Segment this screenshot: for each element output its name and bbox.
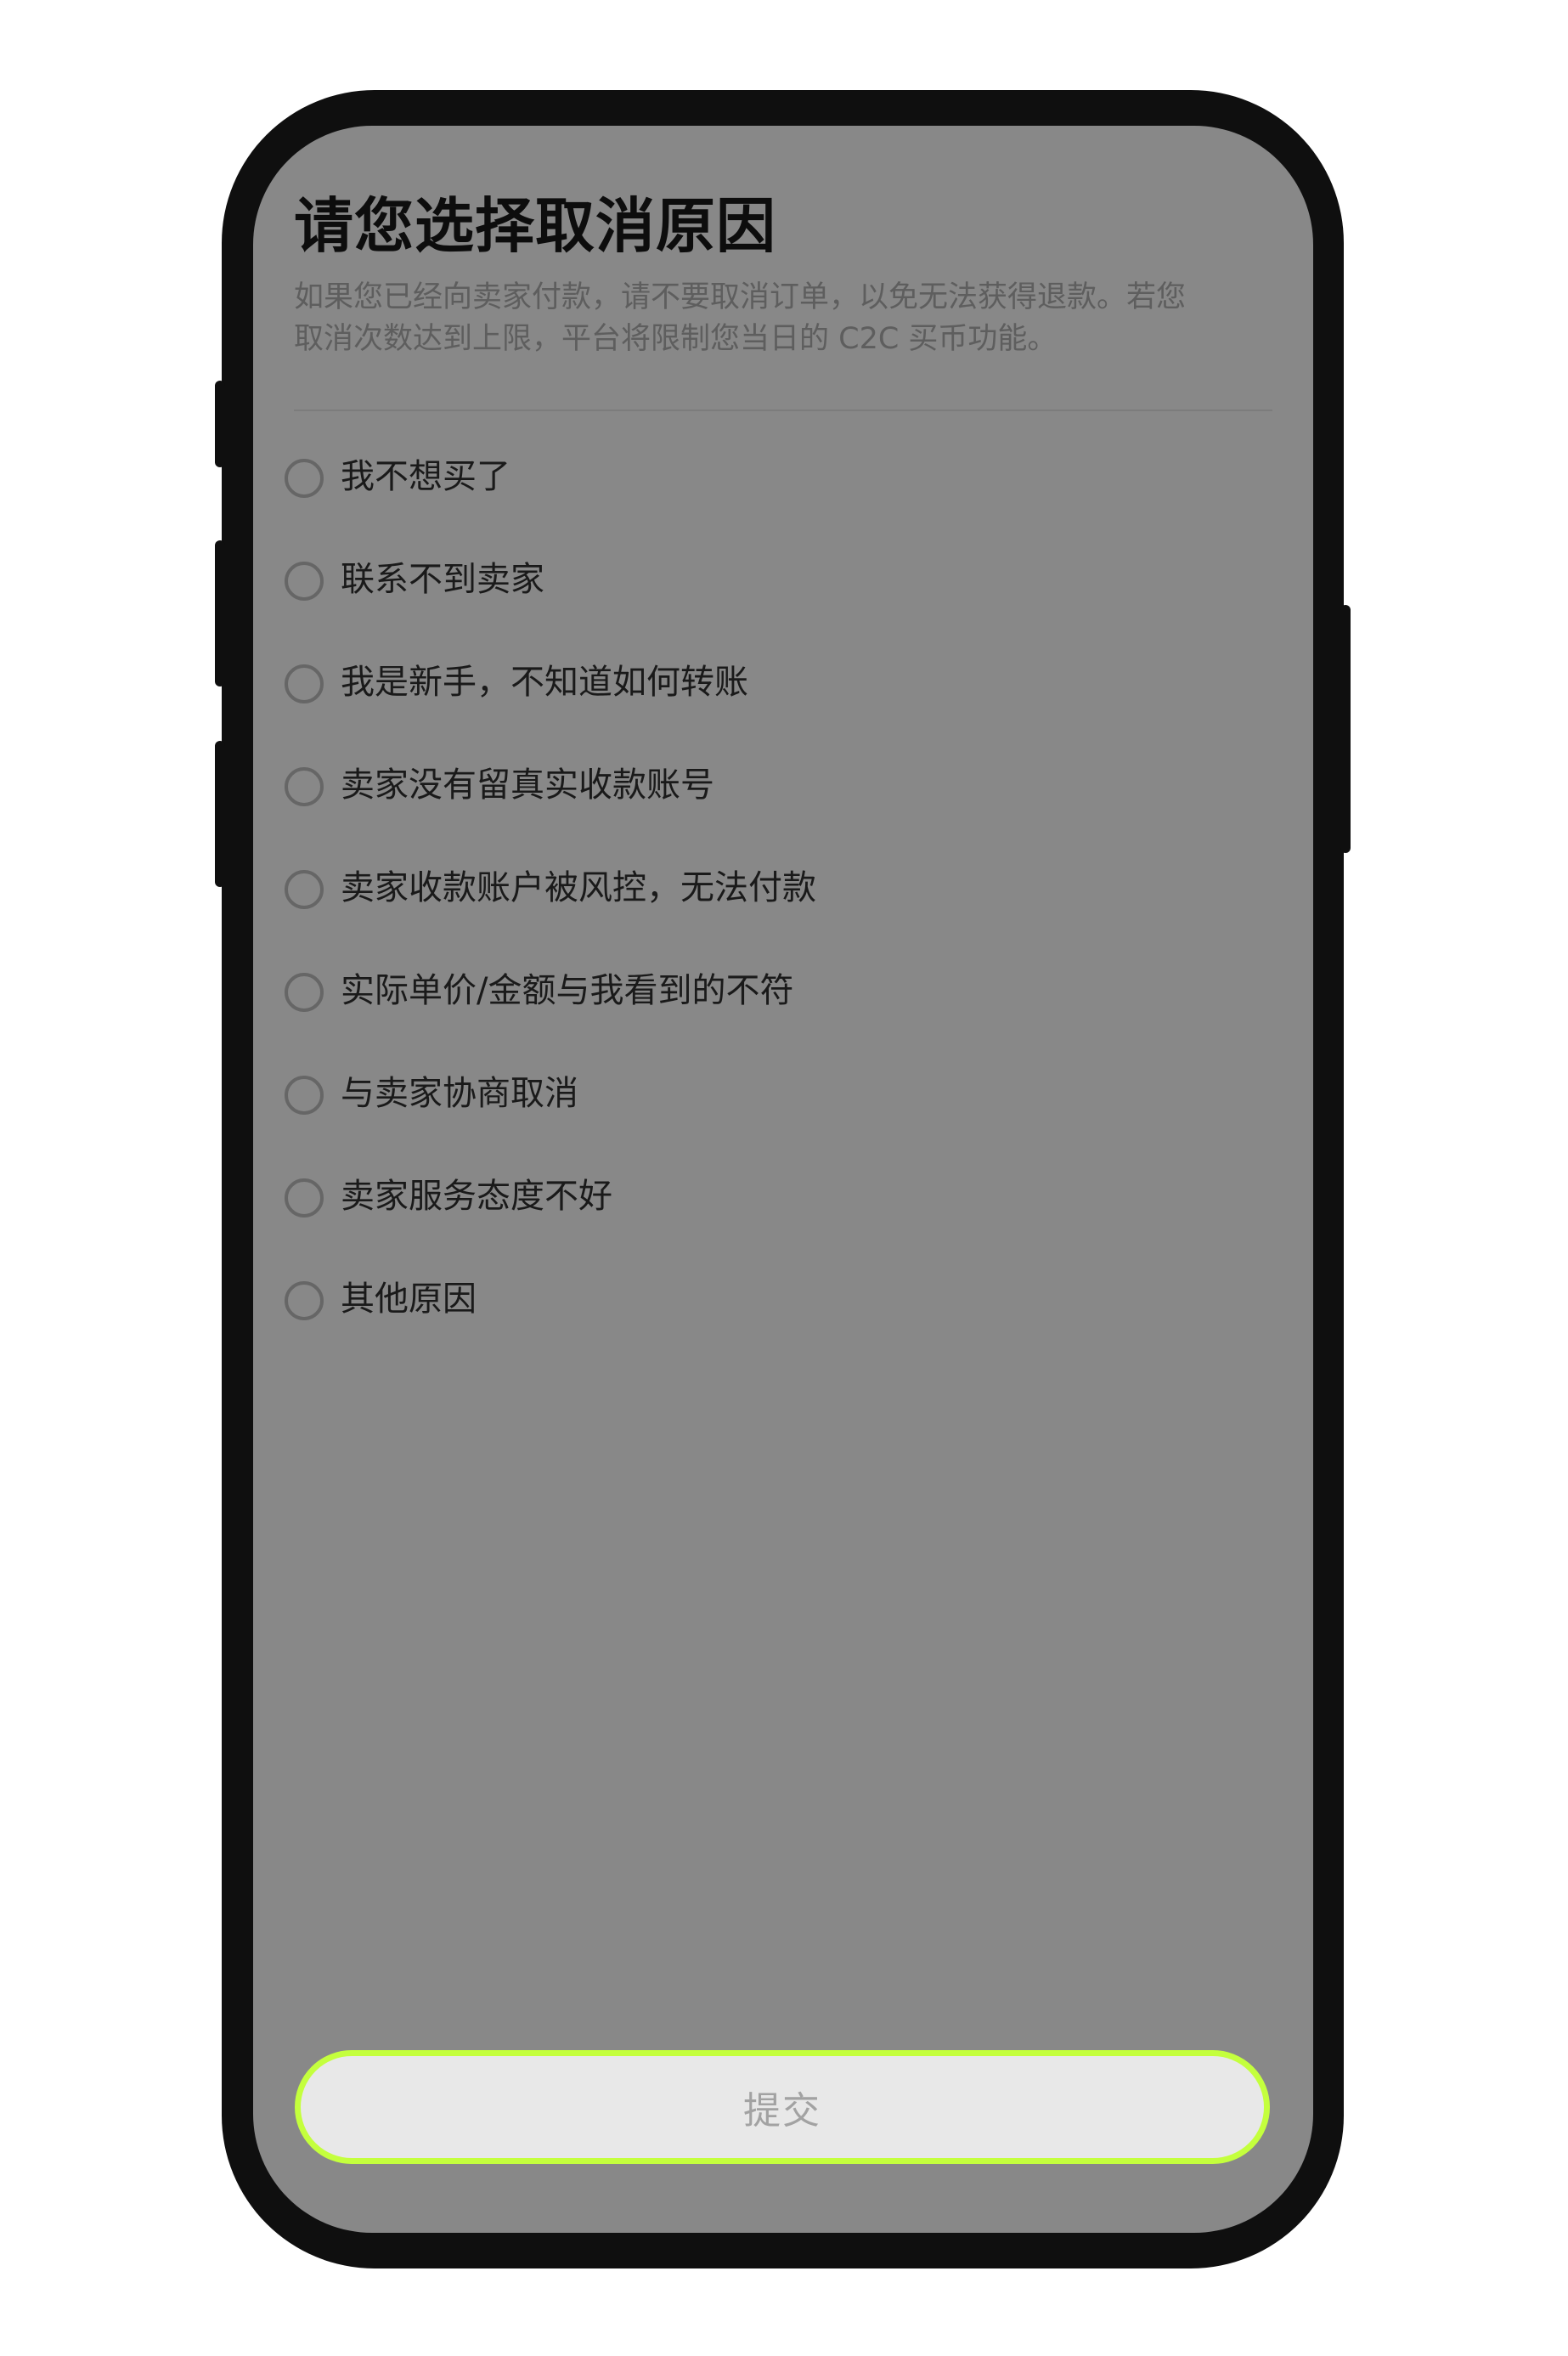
radio-button[interactable]: [285, 767, 324, 806]
radio-button[interactable]: [285, 1178, 324, 1218]
reason-label: 联系不到卖家: [341, 560, 544, 599]
reason-option[interactable]: 实际单价/金额与我看到的不符: [285, 971, 1270, 1074]
reason-option[interactable]: 卖家服务态度不好: [285, 1177, 1270, 1280]
radio-button[interactable]: [285, 459, 324, 498]
reason-label: 我不想买了: [341, 457, 510, 496]
volume-down-button: [215, 741, 225, 887]
reason-label: 我是新手，不知道如何转账: [341, 663, 748, 702]
reason-option[interactable]: 与卖家协商取消: [285, 1074, 1270, 1177]
reason-label: 卖家服务态度不好: [341, 1177, 612, 1216]
cancel-reason-sheet: 请您选择取消原因 如果您已经向卖家付款，请不要取消订单，以免无法获得退款。若您取…: [253, 126, 1313, 2233]
page-title: 请您选择取消原因: [294, 191, 776, 261]
reason-option[interactable]: 卖家收款账户被风控，无法付款: [285, 868, 1270, 971]
radio-button[interactable]: [285, 1281, 324, 1320]
mute-switch: [215, 381, 225, 467]
power-button: [1340, 605, 1351, 853]
reason-label: 其他原因: [341, 1280, 477, 1319]
reason-option[interactable]: 我不想买了: [285, 457, 1270, 560]
radio-button[interactable]: [285, 664, 324, 703]
cancel-notice-text: 如果您已经向卖家付款，请不要取消订单，以免无法获得退款。若您取消次数达到上限，平…: [294, 280, 1187, 356]
radio-button[interactable]: [285, 562, 324, 601]
reason-option[interactable]: 我是新手，不知道如何转账: [285, 663, 1270, 766]
reason-label: 实际单价/金额与我看到的不符: [341, 971, 794, 1010]
reason-option[interactable]: 联系不到卖家: [285, 560, 1270, 663]
divider: [294, 410, 1272, 411]
reason-label: 卖家没有留真实收款账号: [341, 766, 714, 805]
submit-button[interactable]: 提交: [295, 2050, 1270, 2164]
reason-option[interactable]: 其他原因: [285, 1280, 1270, 1382]
reason-label: 与卖家协商取消: [341, 1074, 578, 1113]
radio-button[interactable]: [285, 973, 324, 1012]
volume-up-button: [215, 540, 225, 686]
radio-button[interactable]: [285, 1076, 324, 1115]
reason-list: 我不想买了 联系不到卖家 我是新手，不知道如何转账 卖家没有留真实收款账号 卖家…: [285, 457, 1270, 1382]
radio-button[interactable]: [285, 870, 324, 909]
reason-label: 卖家收款账户被风控，无法付款: [341, 868, 816, 907]
reason-option[interactable]: 卖家没有留真实收款账号: [285, 766, 1270, 868]
